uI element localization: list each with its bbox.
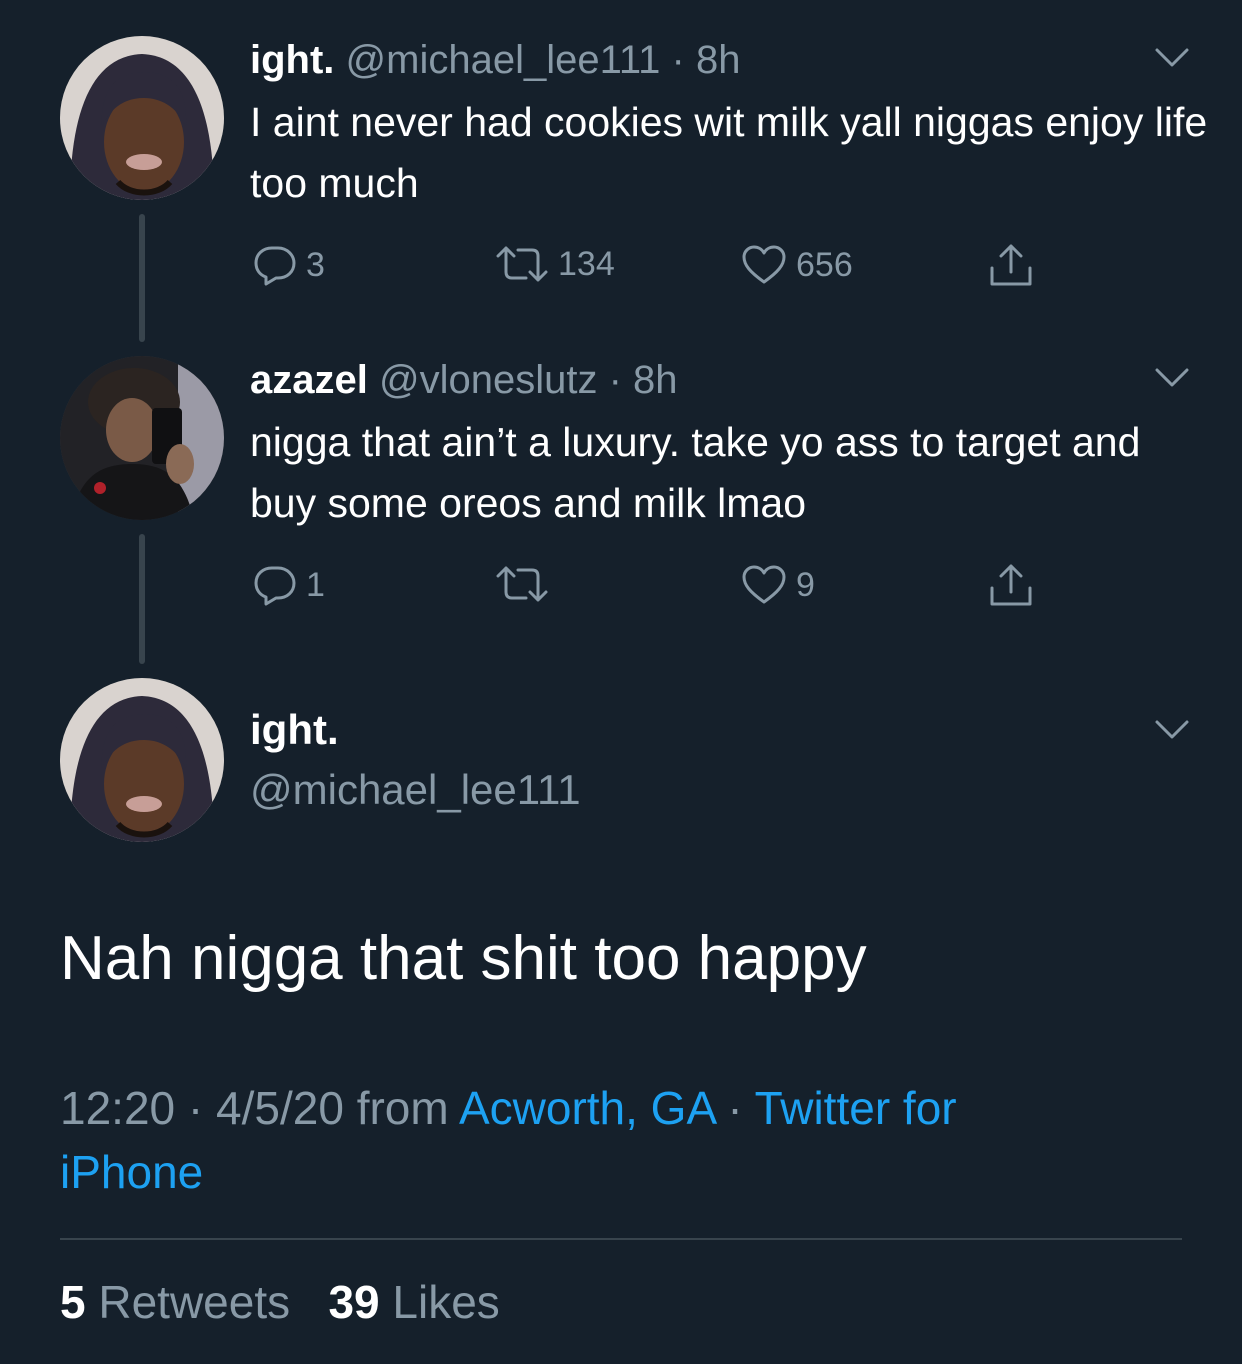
chevron-down-icon[interactable]: [1154, 718, 1190, 742]
engagement-stats: 5 Retweets 39 Likes: [60, 1272, 500, 1332]
retweets-count: 5: [60, 1276, 86, 1328]
display-name[interactable]: ight.: [250, 704, 339, 756]
retweet-button[interactable]: 134: [494, 244, 615, 284]
retweets-stat[interactable]: 5 Retweets: [60, 1276, 290, 1328]
retweet-icon: [496, 566, 548, 602]
like-icon: [742, 245, 786, 284]
tweet-text: I aint never had cookies wit milk yall n…: [250, 99, 1208, 206]
like-icon: [742, 565, 786, 604]
location-link[interactable]: Acworth, GA: [459, 1082, 715, 1134]
tweet-header: ight. @michael_lee111 · 8h: [250, 36, 741, 84]
avatar[interactable]: [60, 36, 224, 200]
avatar[interactable]: [60, 356, 224, 520]
reply-icon: [254, 566, 296, 606]
timestamp[interactable]: 8h: [696, 38, 741, 82]
main-tweet-text: Nah nigga that shit too happy: [60, 924, 867, 993]
likes-stat[interactable]: 39 Likes: [328, 1276, 499, 1328]
handle[interactable]: @michael_lee111: [250, 764, 581, 816]
tweet-meta: 12:20 · 4/5/20 from Acworth, GA · Twitte…: [60, 1076, 1060, 1204]
tweet-text: nigga that ain’t a luxury. take yo ass t…: [250, 419, 1141, 526]
display-name[interactable]: azazel: [250, 358, 368, 402]
from-label: from: [343, 1082, 459, 1134]
retweet-icon: [496, 246, 548, 282]
chevron-down-icon[interactable]: [1154, 366, 1190, 390]
like-button[interactable]: 9: [740, 564, 815, 606]
tweet-time: 12:20: [60, 1082, 176, 1134]
separator: ·: [714, 1082, 755, 1134]
like-count: 656: [796, 246, 853, 284]
share-button[interactable]: [988, 242, 1034, 288]
tweet-date: 4/5/20: [216, 1082, 344, 1134]
reply-count: 1: [306, 566, 325, 604]
share-button[interactable]: [988, 562, 1034, 608]
thread-connector: [139, 534, 145, 664]
reply-count: 3: [306, 246, 325, 284]
thread-connector: [139, 214, 145, 342]
chevron-down-icon[interactable]: [1154, 46, 1190, 70]
separator: ·: [608, 358, 622, 402]
display-name[interactable]: ight.: [250, 38, 334, 82]
divider: [60, 1238, 1182, 1240]
handle[interactable]: @vloneslutz: [379, 358, 597, 402]
separator: ·: [671, 38, 685, 82]
likes-count: 39: [328, 1276, 380, 1328]
likes-label: Likes: [392, 1276, 500, 1328]
reply-icon: [254, 246, 296, 286]
like-button[interactable]: 656: [740, 244, 853, 286]
reply-button[interactable]: 3: [252, 244, 325, 286]
share-icon: [990, 244, 1032, 286]
handle[interactable]: @michael_lee111: [346, 38, 661, 82]
retweet-button[interactable]: [494, 564, 558, 604]
tweet-header: azazel @vloneslutz · 8h: [250, 356, 678, 404]
reply-button[interactable]: 1: [252, 564, 325, 606]
separator: ·: [175, 1082, 217, 1134]
timestamp[interactable]: 8h: [633, 358, 678, 402]
retweet-count: 134: [558, 245, 615, 283]
share-icon: [990, 564, 1032, 606]
avatar[interactable]: [60, 678, 224, 842]
retweets-label: Retweets: [98, 1276, 291, 1328]
like-count: 9: [796, 566, 815, 604]
